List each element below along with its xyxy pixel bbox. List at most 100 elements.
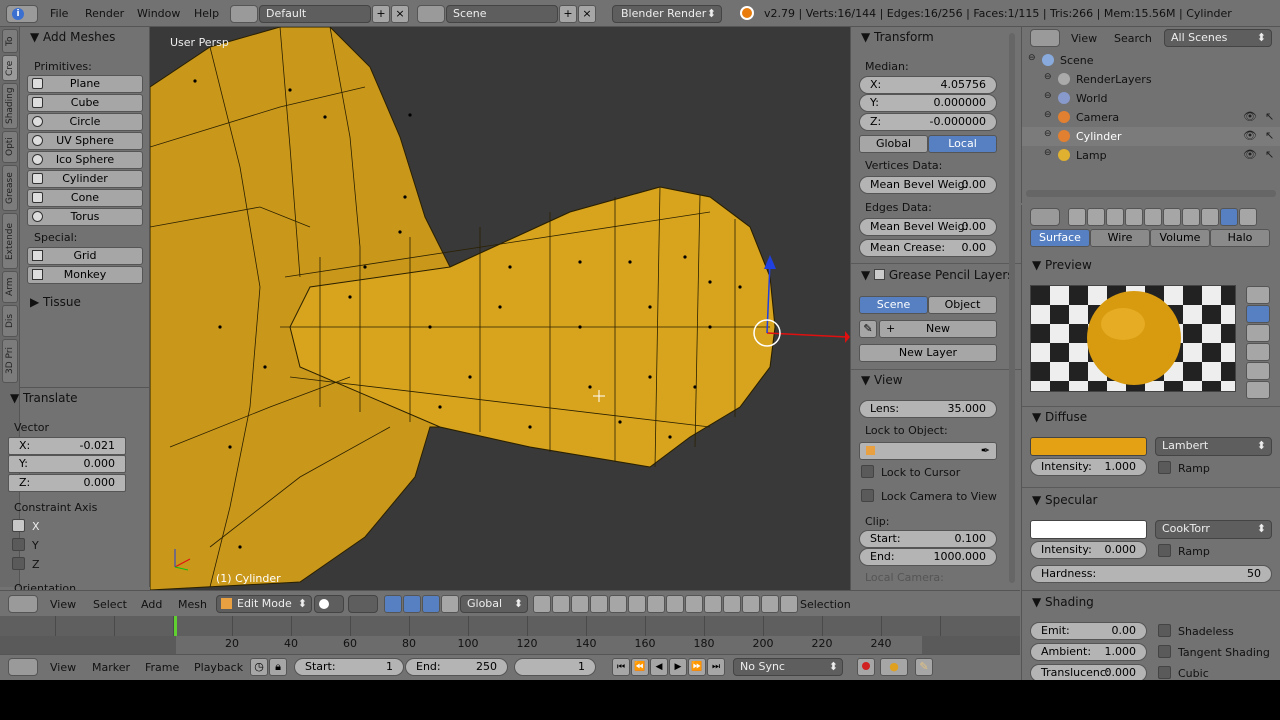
vertex-dot[interactable] (708, 325, 712, 329)
vertex-dot[interactable] (708, 280, 712, 284)
translucency-field[interactable]: Translucenc: 0.000 (1030, 664, 1147, 680)
preview-range-button[interactable]: ◷ (250, 658, 268, 676)
lock-range-button[interactable]: 🔒︎ (269, 658, 287, 676)
vertex-dot[interactable] (438, 405, 442, 409)
timeline-editor-type[interactable] (8, 658, 38, 676)
cubic-interpolation-checkbox[interactable] (1158, 666, 1171, 679)
current-frame-indicator[interactable] (174, 616, 177, 636)
outliner-item-scene[interactable]: ⊖ Scene (1022, 51, 1280, 70)
outliner-menu-view[interactable]: View (1071, 32, 1097, 45)
select-arrow-icon[interactable]: ↖ (1265, 129, 1274, 142)
header-tool-button-11[interactable] (742, 595, 760, 613)
current-frame-field[interactable]: 1 (514, 658, 596, 676)
properties-context-tab-2[interactable] (1106, 208, 1124, 226)
vertex-dot[interactable] (668, 435, 672, 439)
properties-context-tab-5[interactable] (1163, 208, 1181, 226)
tab-grease[interactable]: Grease (2, 165, 18, 211)
grease-pencil-icon[interactable]: ✎ (859, 320, 877, 338)
insert-keyframe-button[interactable]: ✎ (915, 658, 933, 676)
header-tool-button-2[interactable] (571, 595, 589, 613)
header-tool-button-7[interactable] (666, 595, 684, 613)
outliner-editor-type[interactable] (1030, 29, 1060, 47)
grease-object-toggle[interactable]: Object (928, 296, 997, 314)
header-tool-button-3[interactable] (590, 595, 608, 613)
material-volume-tab[interactable]: Volume (1150, 229, 1210, 247)
add-meshes-header[interactable]: ▼ Add Meshes (30, 30, 115, 44)
frame-start-field[interactable]: Start: 1 (294, 658, 404, 676)
properties-context-tab-0[interactable] (1068, 208, 1086, 226)
header-tool-button-0[interactable] (533, 595, 551, 613)
shading-header[interactable]: ▼ Shading (1032, 595, 1094, 609)
view3d-menu-view[interactable]: View (50, 598, 76, 611)
lock-camera-checkbox[interactable] (861, 489, 874, 502)
clip-start-field[interactable]: Start: 0.100 (859, 530, 997, 548)
view3d-menu-add[interactable]: Add (141, 598, 162, 611)
eye-visibility-icon[interactable]: 👁︎ (1243, 148, 1257, 161)
specular-ramp-checkbox[interactable] (1158, 544, 1171, 557)
properties-context-tab-4[interactable] (1144, 208, 1162, 226)
3d-viewport[interactable]: User Persp (1) Cylinder (150, 27, 850, 590)
mean-bevel-edge-field[interactable]: Mean Bevel Weig: 0.00 (859, 218, 997, 236)
timeline-menu-view[interactable]: View (50, 661, 76, 674)
grease-pencil-header[interactable]: ▼ Grease Pencil Layers (861, 268, 1014, 282)
add-ico-sphere-button[interactable]: Ico Sphere (27, 151, 143, 169)
delete-scene-button[interactable]: × (578, 5, 596, 23)
transform-orientation-select[interactable]: Global ⬍ (460, 595, 528, 613)
playback-button-2[interactable]: ◀ (650, 658, 668, 676)
constraint-y-checkbox[interactable] (12, 538, 25, 551)
preview-type-3[interactable] (1246, 343, 1270, 361)
view3d-menu-select[interactable]: Select (93, 598, 127, 611)
view3d-menu-mesh[interactable]: Mesh (178, 598, 207, 611)
diffuse-shader-select[interactable]: Lambert ⬍ (1155, 437, 1272, 456)
expand-toggle-icon[interactable]: ⊖ (1044, 148, 1052, 158)
eye-visibility-icon[interactable]: 👁︎ (1243, 110, 1257, 123)
material-wire-tab[interactable]: Wire (1090, 229, 1150, 247)
info-editor-type-button[interactable]: i (6, 5, 38, 23)
diffuse-ramp-checkbox[interactable] (1158, 461, 1171, 474)
expand-toggle-icon[interactable]: ⊖ (1044, 91, 1052, 101)
header-tool-button-12[interactable] (761, 595, 779, 613)
menu-help[interactable]: Help (194, 7, 219, 20)
outliner-filter-select[interactable]: All Scenes ⬍ (1164, 29, 1272, 47)
add-layout-button[interactable]: + (372, 5, 390, 23)
vertex-dot[interactable] (193, 79, 197, 83)
specular-shader-select[interactable]: CookTorr ⬍ (1155, 520, 1272, 539)
translate-header[interactable]: ▼ Translate (10, 391, 78, 405)
scene-field[interactable]: Scene (446, 5, 558, 23)
clip-end-field[interactable]: End: 1000.000 (859, 548, 997, 566)
expand-toggle-icon[interactable]: ⊖ (1028, 53, 1036, 63)
vertex-dot[interactable] (403, 195, 407, 199)
playback-button-0[interactable]: ⏮ (612, 658, 630, 676)
vertex-dot[interactable] (578, 325, 582, 329)
grease-new-button[interactable]: + New (879, 320, 997, 338)
grease-scene-toggle[interactable]: Scene (859, 296, 928, 314)
add-plane-button[interactable]: Plane (27, 75, 143, 93)
frame-end-field[interactable]: End: 250 (405, 658, 508, 676)
vertex-dot[interactable] (508, 265, 512, 269)
scene-icon[interactable] (417, 5, 445, 23)
mean-bevel-vert-field[interactable]: Mean Bevel Weig: 0.00 (859, 176, 997, 194)
pivot-select[interactable] (348, 595, 378, 613)
lens-field[interactable]: Lens: 35.000 (859, 400, 997, 418)
median-z-field[interactable]: Z: -0.000000 (859, 113, 997, 131)
median-y-field[interactable]: Y: 0.000000 (859, 94, 997, 112)
playback-button-1[interactable]: ⏪ (631, 658, 649, 676)
material-surface-tab[interactable]: Surface (1030, 229, 1090, 247)
manipulator-button-3[interactable] (441, 595, 459, 613)
viewport-shading-select[interactable] (314, 595, 344, 613)
vertex-dot[interactable] (288, 88, 292, 92)
preview-type-0[interactable] (1246, 286, 1270, 304)
select-arrow-icon[interactable]: ↖ (1265, 110, 1274, 123)
add-torus-button[interactable]: Torus (27, 208, 143, 226)
menu-render[interactable]: Render (85, 7, 124, 20)
transform-header[interactable]: ▼ Transform (861, 30, 934, 44)
vertex-dot[interactable] (648, 375, 652, 379)
sync-mode-select[interactable]: No Sync ⬍ (733, 658, 843, 676)
tab-tools[interactable]: To (2, 29, 18, 53)
menu-window[interactable]: Window (137, 7, 180, 20)
add-grid-button[interactable]: Grid (27, 247, 143, 265)
vertex-dot[interactable] (218, 325, 222, 329)
select-arrow-icon[interactable]: ↖ (1265, 148, 1274, 161)
timeline-menu-playback[interactable]: Playback (194, 661, 243, 674)
mode-select[interactable]: Edit Mode ⬍ (216, 595, 312, 613)
